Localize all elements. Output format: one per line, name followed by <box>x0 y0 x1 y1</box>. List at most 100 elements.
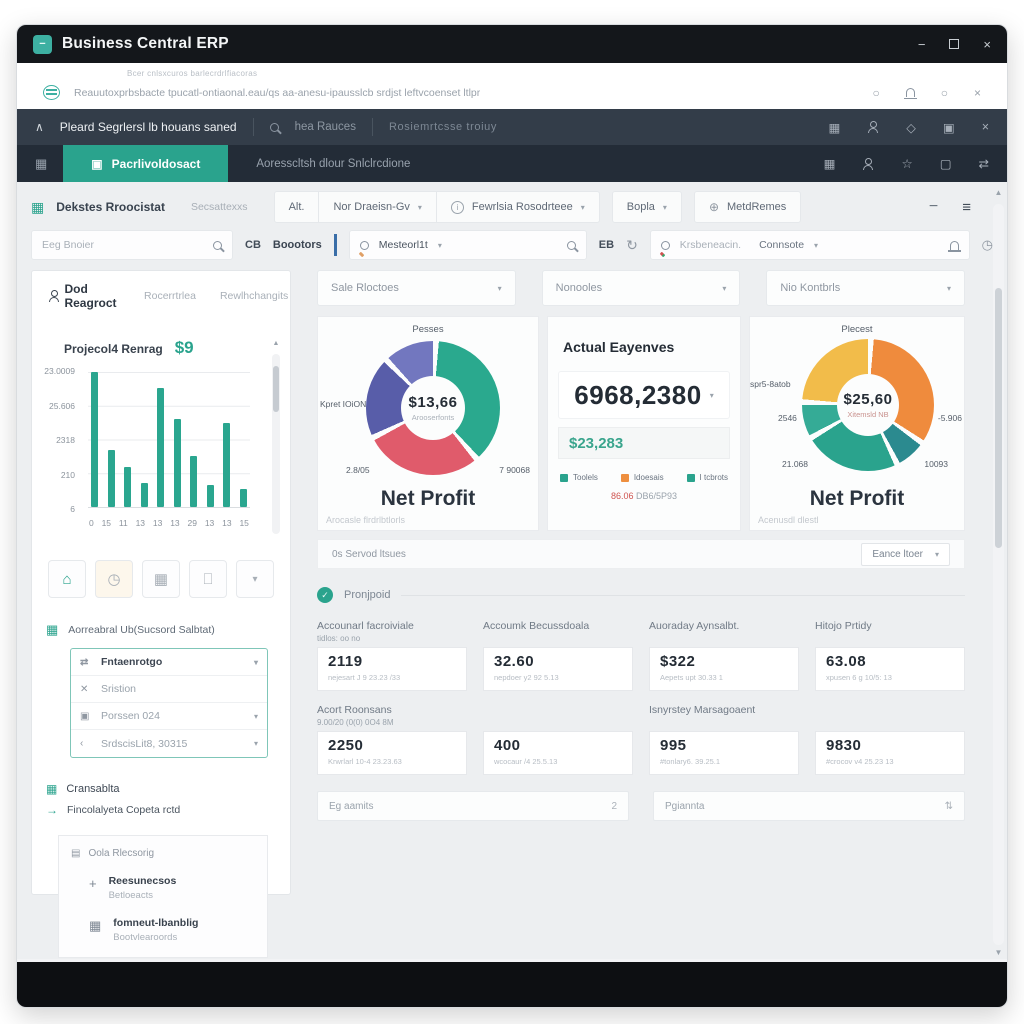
bottom-input-1[interactable]: Pgiannta⇅ <box>653 791 965 821</box>
grid-button[interactable]: ▦ <box>142 560 180 598</box>
star-icon[interactable]: ☆ <box>901 156 912 171</box>
menu-button[interactable]: ≡ <box>962 199 971 216</box>
eb-label[interactable]: EB <box>599 239 614 251</box>
clock-icon[interactable]: ◷ <box>982 237 993 253</box>
section-title: Pronjpoid <box>344 589 390 601</box>
scroll-up-icon[interactable]: ▲ <box>993 188 1004 197</box>
module-label[interactable]: Dekstes Rroocistat <box>56 200 165 214</box>
clipboard-icon[interactable]: ▣ <box>943 120 955 135</box>
search-input-3[interactable]: Krsbeneacin. Connsote ▾ <box>650 230 970 260</box>
apps-grid-icon[interactable]: ▦ <box>828 120 840 135</box>
search-icon <box>213 241 222 250</box>
kpi-value-box[interactable]: 63.08xpusen 6 g 10/5: 13 <box>815 647 965 691</box>
sidebar-section-title: Aorreabral Ub(Sucsord Salbtat) <box>68 624 214 636</box>
kpi-value-box[interactable]: 2119nejesart J 9 23.23 /33 <box>317 647 467 691</box>
filter-bopla[interactable]: Bopla▾ <box>612 191 682 223</box>
sidebar-filter-1[interactable]: ✕Sristion <box>71 676 267 703</box>
sitemap-icon[interactable]: ▦ <box>35 156 47 172</box>
diamond-icon[interactable]: ◇ <box>906 120 916 135</box>
boosters-label[interactable]: Boootors <box>273 239 322 251</box>
cb-label[interactable]: CB <box>245 239 261 251</box>
kpi-header: Accoumk Becussdoala <box>483 617 633 647</box>
tab-inactive[interactable]: Aoresscltsh dlour Snlclrcdione <box>228 158 438 170</box>
main-scrollbar[interactable] <box>993 204 1004 945</box>
filter-dropdown[interactable]: Nor Draeisn-Gv▾ <box>319 201 435 213</box>
main-panel: Sale Rloctoes▾Nonooles▾Nio Kontbrls▾ Pes… <box>317 270 965 895</box>
toolbar-primary: ▦ Dekstes Rroocistat Secsattexxs Alt. No… <box>31 190 993 224</box>
filter-all[interactable]: Alt. <box>275 201 319 213</box>
close-button[interactable]: × <box>983 37 991 52</box>
quick-card-item-1[interactable]: ▦fomneut-lbanbligBootvlearoords <box>89 917 255 943</box>
profile-circle-icon[interactable]: ○ <box>872 86 879 100</box>
sidebar-scrollbar[interactable] <box>272 354 280 534</box>
home-caret-icon[interactable]: ∧ <box>35 120 44 134</box>
kpi-value-box[interactable]: $322Aepets upt 30.33 1 <box>649 647 799 691</box>
sidebar-tab-2[interactable]: Rewlhchangits <box>220 290 288 302</box>
sidebar-filter-3[interactable]: ‹SrdscisLit8, 30315▾ <box>71 730 267 757</box>
kpi-header: Acort Roonsans9.00/20 (0(0) 0O4 8M <box>317 701 467 731</box>
user-share-icon[interactable] <box>867 121 879 133</box>
kpi-grid: Accounarl facroivialetidlos: oo no2119ne… <box>317 617 965 775</box>
nav-search-label[interactable]: hea Rauces <box>295 121 356 133</box>
user-swap-icon[interactable]: ⇄ <box>979 156 989 171</box>
legend-swatch <box>560 474 568 482</box>
scroll-down-icon[interactable]: ▼ <box>993 948 1004 957</box>
apps-grid-icon[interactable]: ▦ <box>824 156 836 171</box>
filter-band: Alt. Nor Draeisn-Gv▾ iFewrlsia Rosodrtee… <box>274 191 600 223</box>
account-circle-icon[interactable]: ○ <box>941 86 948 100</box>
kpi-value-box[interactable]: 32.60nepdoer y2 92 5.13 <box>483 647 633 691</box>
nav-secondary-label[interactable]: Rosiemrtcsse troiuy <box>389 121 497 133</box>
user-icon[interactable] <box>862 158 874 170</box>
scroll-up-icon[interactable]: ▲ <box>272 340 280 347</box>
x-tick-label: 13 <box>222 518 231 528</box>
collapse-button[interactable]: − <box>929 198 938 216</box>
filter-select-2[interactable]: Nio Kontbrls▾ <box>766 270 965 306</box>
clock-button[interactable]: ◷ <box>95 560 133 598</box>
filter-row-icon: ‹ <box>80 738 92 749</box>
bottom-input-0[interactable]: Eg aamits2 <box>317 791 629 821</box>
status-action-button[interactable]: Eance ltoer ▾ <box>861 543 950 566</box>
minimize-button[interactable]: − <box>918 37 926 52</box>
nav-search-icon[interactable] <box>270 123 279 132</box>
nav-brand-label[interactable]: Pleard Segrlersl lb houans saned <box>60 120 237 134</box>
sidebar-filter-0[interactable]: ⇄Fntaenrotgo▾ <box>71 649 267 676</box>
search-input-2[interactable]: Mesteorl1t ▾ <box>349 230 587 260</box>
chevron-down-icon: ▾ <box>254 658 258 667</box>
home-button[interactable]: ⌂ <box>48 560 86 598</box>
bag-button[interactable]: ⎕ <box>189 560 227 598</box>
sidebar-filter-2[interactable]: ▣Porssen 024▾ <box>71 703 267 730</box>
filter-select-0[interactable]: Sale Rloctoes▾ <box>317 270 516 306</box>
kpi-value-box[interactable]: 2250Krwrlarl 10-4 23.23.63 <box>317 731 467 775</box>
kpi-value-box[interactable]: 9830#crocov v4 25.23 13 <box>815 731 965 775</box>
notifications-icon[interactable] <box>906 88 915 97</box>
kpi-value-box[interactable]: 995#tonlary6. 39.25.1 <box>649 731 799 775</box>
kpi-value-box[interactable]: 400wcocaur /4 25.5.13 <box>483 731 633 775</box>
search-icon <box>661 241 670 250</box>
sidebar-link-0[interactable]: ▦Cransablta <box>46 782 276 796</box>
grid-icon: ▦ <box>46 622 58 638</box>
refresh-icon[interactable]: ↻ <box>626 237 638 254</box>
close-nav-icon[interactable]: × <box>982 120 989 134</box>
close-page-icon[interactable]: × <box>974 86 981 100</box>
sidebar-tab-1[interactable]: Rocerrtrlea <box>144 290 196 302</box>
frame-icon[interactable]: ▢ <box>940 156 952 171</box>
chevron-down-button[interactable]: ▾ <box>236 560 274 598</box>
sidebar-tab-0[interactable]: Dod Reagroct <box>48 282 120 310</box>
expenses-legend: ToolelsIdoesaisI tcbrots <box>560 473 728 482</box>
address-bar[interactable]: Reauutoxprbsbacte tpucatl-ontiaonal.eau/… <box>31 83 993 102</box>
filter-select-1[interactable]: Nonooles▾ <box>542 270 741 306</box>
filter-metd[interactable]: ⊕MetdRemes <box>694 191 801 223</box>
sidebar-link-label: Cransablta <box>66 783 119 795</box>
maximize-button[interactable] <box>949 39 959 49</box>
kpi-cell-2: Auoraday Aynsalbt.$322Aepets upt 30.33 1 <box>649 617 799 691</box>
expenses-amount-box[interactable]: 6968,2380 ▾ <box>558 371 730 419</box>
sidebar-section-head: ▦ Aorreabral Ub(Sucsord Salbtat) <box>46 622 276 638</box>
tab-active[interactable]: ▣ Pacrlivoldosact <box>63 145 228 182</box>
sidebar-icon-row: ⌂ ◷ ▦ ⎕ ▾ <box>48 560 274 598</box>
quick-card-item-0[interactable]: +ReesunecsosBetloeacts <box>89 875 255 901</box>
sidebar-link-1[interactable]: →Fincolalyeta Copeta rctd <box>46 803 276 817</box>
x-tick-label: 13 <box>170 518 179 528</box>
x-tick-label: 11 <box>119 518 128 528</box>
search-input[interactable]: Eeg Bnoier <box>31 230 233 260</box>
filter-favorites[interactable]: iFewrlsia Rosodrteee▾ <box>437 201 599 214</box>
